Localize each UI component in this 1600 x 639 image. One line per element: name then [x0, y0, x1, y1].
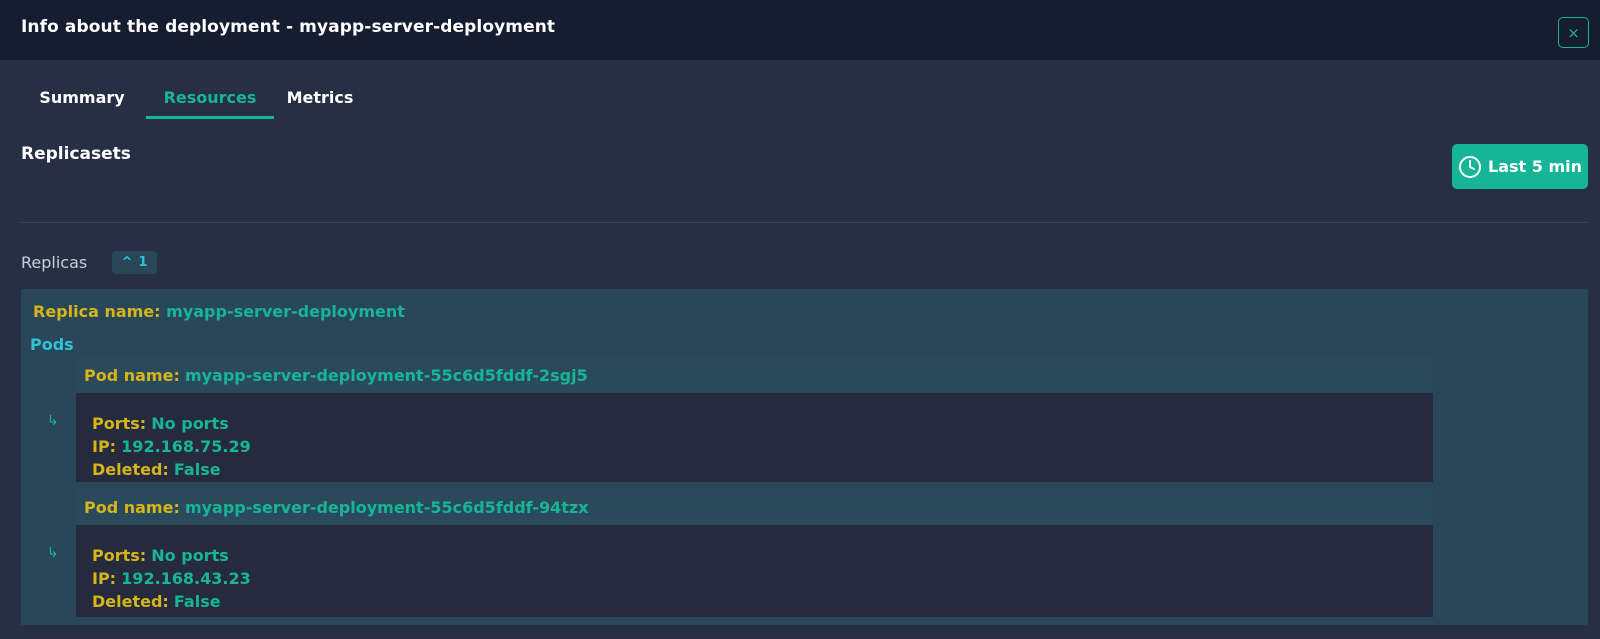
pod-details: Ports: No ports IP: 192.168.75.29 Delete…: [92, 412, 251, 481]
dialog-header: Info about the deployment - myapp-server…: [0, 0, 1600, 60]
replica-name-label: Replica name:: [33, 302, 161, 321]
subdirectory-arrow-icon: ↳: [47, 413, 59, 429]
pod-name-label: Pod name:: [84, 498, 180, 517]
tab-resources[interactable]: Resources: [146, 80, 274, 119]
pod-name-label: Pod name:: [84, 366, 180, 385]
pod-header: Pod name: myapp-server-deployment-55c6d5…: [76, 356, 1433, 393]
subdirectory-arrow-icon: ↳: [47, 545, 59, 561]
chevron-up-icon: ^: [121, 255, 133, 270]
pod-name-value: myapp-server-deployment-55c6d5fddf-94tzx: [184, 498, 589, 517]
deleted-label: Deleted:: [92, 592, 169, 611]
close-button[interactable]: ×: [1558, 17, 1589, 48]
pod-header: Pod name: myapp-server-deployment-55c6d5…: [76, 488, 1433, 525]
ports-label: Ports:: [92, 546, 147, 565]
ip-value: 192.168.75.29: [121, 437, 251, 456]
dialog-title: Info about the deployment - myapp-server…: [21, 17, 556, 37]
close-icon: ×: [1567, 23, 1580, 42]
replicas-count: 1: [138, 255, 148, 270]
tab-summary[interactable]: Summary: [21, 80, 143, 119]
time-range-button[interactable]: Last 5 min: [1452, 144, 1588, 189]
ports-value: No ports: [151, 414, 229, 433]
divider: [21, 222, 1588, 223]
deleted-value: False: [173, 460, 221, 479]
replica-card: Replica name: myapp-server-deployment Po…: [21, 289, 1588, 625]
replica-name-value: myapp-server-deployment: [166, 302, 405, 321]
deleted-label: Deleted:: [92, 460, 169, 479]
ip-label: IP:: [92, 569, 117, 588]
replicas-toggle[interactable]: ^ 1: [112, 251, 157, 274]
ip-label: IP:: [92, 437, 117, 456]
ip-value: 192.168.43.23: [121, 569, 251, 588]
time-range-label: Last 5 min: [1488, 157, 1582, 176]
pods-label: Pods: [30, 335, 74, 354]
pod-card: Pod name: myapp-server-deployment-55c6d5…: [76, 356, 1433, 482]
section-title: Replicasets: [21, 144, 131, 164]
pod-name-value: myapp-server-deployment-55c6d5fddf-2sgj5: [184, 366, 588, 385]
clock-icon: [1459, 155, 1481, 178]
replicas-label: Replicas: [21, 253, 88, 272]
ports-value: No ports: [151, 546, 229, 565]
replica-name-row: Replica name: myapp-server-deployment: [33, 302, 405, 321]
pod-card: Pod name: myapp-server-deployment-55c6d5…: [76, 488, 1433, 617]
ports-label: Ports:: [92, 414, 147, 433]
pod-details: Ports: No ports IP: 192.168.43.23 Delete…: [92, 544, 251, 613]
tab-metrics[interactable]: Metrics: [285, 80, 355, 119]
deleted-value: False: [173, 592, 221, 611]
